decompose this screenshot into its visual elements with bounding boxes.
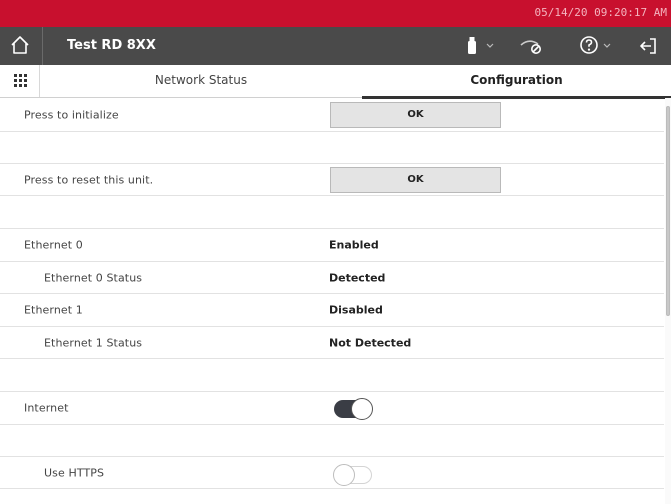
scrollbar[interactable]: [665, 98, 671, 504]
chevron-down-icon: [486, 43, 494, 48]
app-menu-button[interactable]: [0, 65, 40, 97]
initialize-label: Press to initialize: [24, 108, 119, 121]
network-status-button[interactable]: [516, 27, 556, 65]
tab-network-status[interactable]: Network Status: [40, 65, 362, 97]
ethernet1-status-value: Not Detected: [329, 336, 412, 349]
reset-ok-button[interactable]: OK: [330, 167, 501, 193]
ethernet1-label: Ethernet 1: [24, 303, 83, 317]
internet-toggle[interactable]: [334, 398, 373, 420]
reset-row: Press to reset this unit. OK: [0, 164, 664, 196]
ethernet1-row: Ethernet 1 Disabled: [0, 294, 664, 327]
usb-icon: [468, 37, 476, 54]
configuration-panel: Press to initialize OK Press to reset th…: [0, 98, 664, 504]
usb-menu-button[interactable]: [462, 27, 504, 65]
title-bar: Test RD 8XX: [0, 27, 671, 65]
spacer-row: [0, 196, 664, 229]
https-row: Use HTTPS: [0, 457, 664, 489]
ethernet0-row: Ethernet 0 Enabled: [0, 229, 664, 262]
chevron-down-icon: [603, 43, 611, 48]
initialize-row: Press to initialize OK: [0, 98, 664, 132]
spacer-row: [0, 359, 664, 392]
tab-bar: Network Status Configuration: [0, 65, 671, 99]
ethernet0-status-row: Ethernet 0 Status Detected: [0, 262, 664, 294]
ethernet1-value: Disabled: [329, 303, 383, 317]
home-icon: [11, 36, 29, 54]
https-label: Use HTTPS: [44, 466, 105, 479]
https-toggle[interactable]: [333, 464, 372, 486]
toggle-knob: [333, 464, 355, 486]
logout-button[interactable]: [632, 27, 671, 65]
ethernet0-value: Enabled: [329, 238, 379, 252]
home-button[interactable]: [0, 27, 42, 65]
tab-configuration[interactable]: Configuration: [362, 65, 671, 99]
help-menu-button[interactable]: [576, 27, 616, 65]
ethernet1-status-row: Ethernet 1 Status Not Detected: [0, 327, 664, 359]
reset-label: Press to reset this unit.: [24, 173, 154, 186]
help-icon: [580, 36, 598, 54]
title-divider: [42, 27, 43, 65]
network-off-icon: [520, 40, 541, 54]
page-title: Test RD 8XX: [67, 38, 156, 53]
grid-icon: [14, 74, 27, 87]
logout-icon: [640, 38, 656, 54]
status-bar: 05/14/20 09:20:17 AM: [0, 0, 671, 27]
ethernet0-label: Ethernet 0: [24, 238, 83, 252]
internet-label: Internet: [24, 401, 69, 415]
ethernet0-status-label: Ethernet 0 Status: [44, 271, 143, 284]
scrollbar-thumb[interactable]: [666, 106, 670, 316]
toggle-knob: [351, 398, 373, 420]
status-datetime: 05/14/20 09:20:17 AM: [534, 6, 667, 19]
initialize-ok-button[interactable]: OK: [330, 102, 501, 128]
spacer-row: [0, 425, 664, 457]
ethernet0-status-value: Detected: [329, 271, 386, 284]
ethernet1-status-label: Ethernet 1 Status: [44, 336, 143, 349]
internet-row: Internet: [0, 392, 664, 425]
spacer-row: [0, 132, 664, 164]
